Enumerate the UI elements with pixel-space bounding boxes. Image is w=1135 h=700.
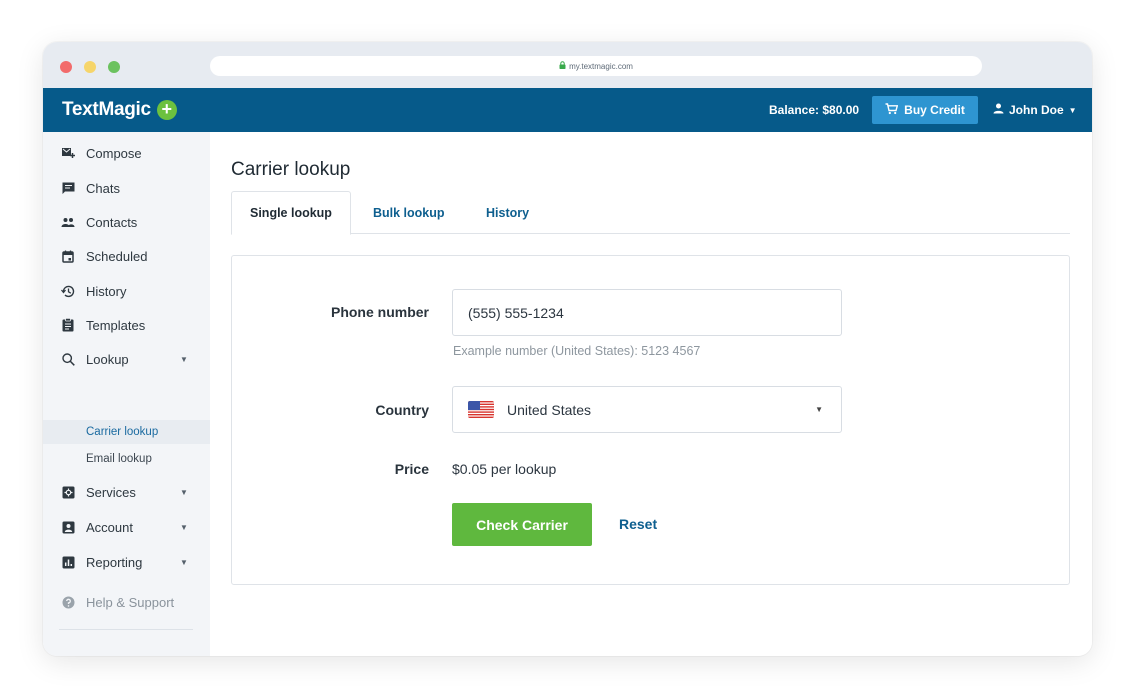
sidebar-item-contacts[interactable]: Contacts (43, 210, 210, 234)
balance-text: Balance: $80.00 (769, 103, 860, 117)
page-title: Carrier lookup (231, 159, 351, 180)
sidebar-item-templates[interactable]: Templates (43, 313, 210, 337)
compose-icon (61, 146, 75, 160)
sidebar-item-compose[interactable]: Compose (43, 141, 210, 165)
sidebar-item-label: Account (86, 519, 133, 535)
sidebar-item-label: Contacts (86, 214, 138, 230)
lock-icon (559, 61, 566, 71)
sidebar-item-label: Scheduled (86, 248, 148, 264)
sidebar-item-label: Lookup (86, 351, 129, 367)
reset-link[interactable]: Reset (619, 516, 657, 532)
sidebar-subitem-label: Carrier lookup (86, 426, 159, 438)
user-menu[interactable]: John Doe ▼ (993, 103, 1077, 117)
us-flag-icon (468, 401, 494, 418)
sidebar-item-label: Compose (86, 145, 142, 161)
sidebar-item-label: Services (86, 484, 136, 500)
sidebar-subitem-label: Email lookup (86, 453, 152, 465)
sidebar-item-account[interactable]: Account ▼ (43, 515, 210, 539)
price-value: $0.05 per lookup (452, 461, 557, 477)
sidebar-item-help[interactable]: Help & Support (43, 590, 210, 614)
phone-number-input[interactable]: (555) 555-1234 (452, 289, 842, 336)
sidebar-item-chats[interactable]: Chats (43, 176, 210, 200)
cart-icon (885, 102, 899, 118)
account-icon (61, 520, 75, 534)
clipboard-icon (61, 318, 75, 332)
chart-icon (61, 555, 75, 569)
lookup-form-card: Phone number (555) 555-1234 Example numb… (231, 255, 1070, 585)
sidebar-item-scheduled[interactable]: Scheduled (43, 244, 210, 268)
browser-window: my.textmagic.com TextMagic + Balance: $8… (43, 42, 1092, 656)
logo[interactable]: TextMagic + (62, 99, 177, 121)
contacts-icon (61, 215, 75, 229)
maximize-window-button[interactable] (108, 61, 120, 73)
url-text: my.textmagic.com (569, 61, 633, 71)
country-label: Country (375, 402, 429, 418)
sidebar-item-label: Help & Support (86, 594, 175, 610)
sidebar-item-reporting[interactable]: Reporting ▼ (43, 550, 210, 574)
sidebar-divider (59, 629, 193, 630)
phone-number-value: (555) 555-1234 (468, 304, 564, 321)
sidebar-item-services[interactable]: Services ▼ (43, 480, 210, 504)
tab-single-lookup[interactable]: Single lookup (231, 191, 351, 235)
chevron-down-icon: ▼ (180, 487, 188, 497)
sidebar-item-label: Chats (86, 180, 120, 196)
country-value: United States (507, 401, 592, 418)
sidebar-item-label: Reporting (86, 554, 143, 570)
main-content: Carrier lookup Single lookup Bulk lookup… (210, 132, 1092, 656)
buy-credit-button[interactable]: Buy Credit (872, 96, 978, 124)
sidebar-item-label: Templates (86, 317, 146, 333)
user-name: John Doe (1009, 103, 1064, 117)
help-icon (61, 595, 75, 609)
sidebar-subitem-carrier-lookup[interactable]: Carrier lookup (43, 420, 210, 444)
browser-chrome: my.textmagic.com (43, 42, 1092, 88)
calendar-icon (61, 249, 75, 263)
chevron-down-icon: ▼ (180, 522, 188, 532)
sidebar-item-label: History (86, 283, 127, 299)
tab-bar: Single lookup Bulk lookup History (231, 191, 1070, 235)
tab-history[interactable]: History (486, 191, 529, 234)
chevron-down-icon: ▼ (180, 557, 188, 567)
sidebar-subitem-email-lookup[interactable]: Email lookup (43, 447, 210, 471)
sidebar-item-lookup[interactable]: Lookup ▼ (43, 347, 210, 371)
chevron-down-icon: ▼ (815, 405, 823, 414)
history-icon (61, 284, 75, 298)
sidebar-item-history[interactable]: History (43, 279, 210, 303)
chat-icon (61, 181, 75, 195)
search-icon (61, 352, 75, 366)
phone-number-label: Phone number (330, 304, 429, 320)
minimize-window-button[interactable] (84, 61, 96, 73)
phone-number-hint: Example number (United States): 5123 456… (453, 344, 701, 358)
chevron-down-icon: ▼ (180, 354, 188, 364)
check-carrier-button[interactable]: Check Carrier (452, 503, 592, 546)
buy-credit-label: Buy Credit (904, 103, 965, 117)
country-select[interactable]: United States ▼ (452, 386, 842, 433)
logo-text: TextMagic (62, 99, 151, 120)
tab-bulk-lookup[interactable]: Bulk lookup (373, 191, 445, 234)
services-icon (61, 485, 75, 499)
price-label: Price (394, 461, 429, 477)
sidebar: Compose Chats Contacts Scheduled History (43, 132, 210, 656)
chevron-down-icon: ▼ (1068, 105, 1077, 115)
app-header: TextMagic + Balance: $80.00 Buy Credit J… (43, 88, 1092, 132)
address-bar[interactable]: my.textmagic.com (210, 56, 982, 76)
close-window-button[interactable] (60, 61, 72, 73)
plus-icon: + (156, 100, 177, 120)
user-icon (993, 103, 1004, 117)
